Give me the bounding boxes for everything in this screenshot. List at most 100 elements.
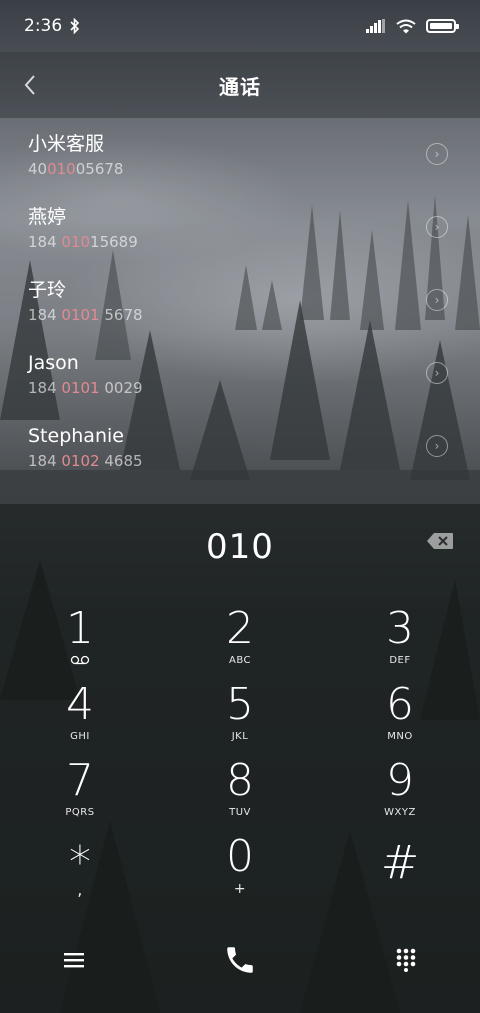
number-match-highlight: 0102 [61, 452, 100, 470]
key-4[interactable]: 4 GHI [0, 679, 160, 755]
contact-number: 184 0102 4685 [28, 450, 480, 472]
key-2[interactable]: 2 ABC [160, 603, 320, 679]
key-8[interactable]: 8 TUV [160, 755, 320, 831]
key-digit: 0 [226, 831, 254, 882]
chevron-right-icon: › [434, 439, 440, 453]
contact-detail-button[interactable]: › [426, 362, 448, 384]
menu-icon [64, 953, 84, 968]
voicemail-icon [70, 655, 90, 665]
contact-number: 4001005678 [28, 158, 480, 180]
key-9[interactable]: 9 WXYZ [320, 755, 480, 831]
bottom-action-bar [0, 930, 480, 990]
contact-name: 燕婷 [28, 206, 67, 228]
key-digit: 1 [66, 603, 94, 654]
key-digit: 2 [226, 603, 254, 654]
contact-number: 184 0101 5678 [28, 304, 480, 326]
dialpad-icon [396, 948, 416, 972]
key-1[interactable]: 1 [0, 603, 160, 679]
number-match-highlight: 0101 [61, 306, 100, 324]
key-digit: 7 [66, 755, 94, 806]
signal-icon [366, 19, 385, 33]
number-suffix: 05678 [75, 160, 124, 178]
key-letters: GHI [70, 731, 90, 742]
chevron-right-icon: › [434, 147, 440, 161]
chevron-right-icon: › [434, 366, 440, 380]
contact-number: 184 0101 0029 [28, 377, 480, 399]
contact-result-item[interactable]: Jason 184 0101 0029 › [0, 337, 480, 410]
contact-name: 小米客服 [28, 133, 105, 155]
dial-keypad: 1 2 ABC 3 DEF 4 GHI 5 JKL 6 MNO 7 PQRS 8… [0, 603, 480, 907]
key-letters: JKL [231, 731, 249, 742]
chevron-right-icon: › [434, 293, 440, 307]
key-digit: 6 [386, 679, 414, 730]
status-left: 2:36 [24, 16, 80, 36]
menu-button[interactable] [44, 930, 104, 990]
contact-result-item[interactable]: 燕婷 184 01015689 › [0, 191, 480, 264]
contact-search-results: 小米客服 4001005678 › 燕婷 184 01015689 › 子玲 1… [0, 118, 480, 504]
number-match-highlight: 0101 [61, 379, 100, 397]
number-prefix: 184 [28, 452, 62, 470]
bluetooth-icon [70, 18, 80, 34]
key-3[interactable]: 3 DEF [320, 603, 480, 679]
status-time: 2:36 [24, 16, 63, 36]
key-digit: 3 [386, 603, 414, 654]
wifi-icon [396, 19, 416, 33]
key-digit: 5 [226, 679, 254, 730]
key-letters: WXYZ [384, 807, 416, 818]
chevron-left-icon [24, 75, 35, 95]
key-star[interactable]: * , [0, 831, 160, 907]
number-suffix: 15689 [90, 233, 138, 251]
key-hash[interactable]: # [320, 831, 480, 907]
page-title: 通话 [219, 74, 261, 99]
contact-detail-button[interactable]: › [426, 216, 448, 238]
number-suffix: 4685 [99, 452, 143, 470]
chevron-right-icon: › [434, 220, 440, 234]
key-digit: 9 [386, 755, 414, 806]
number-match-highlight: 010 [47, 160, 76, 178]
dial-display: 010 [0, 514, 480, 580]
number-suffix: 0029 [99, 379, 143, 397]
number-match-highlight: 010 [61, 233, 91, 251]
contact-result-item[interactable]: Stephanie 184 0102 4685 › [0, 410, 480, 483]
key-7[interactable]: 7 PQRS [0, 755, 160, 831]
key-letters: MNO [387, 731, 413, 742]
key-letters: + [233, 881, 247, 897]
backspace-icon [427, 533, 453, 549]
contact-detail-button[interactable]: › [426, 435, 448, 457]
contact-name: Stephanie [28, 425, 124, 447]
key-letters: DEF [389, 655, 411, 666]
key-digit: # [380, 835, 420, 889]
key-letters: TUV [229, 807, 251, 818]
number-prefix: 184 [28, 306, 62, 324]
number-prefix: 184 [28, 379, 62, 397]
back-button[interactable] [0, 52, 60, 118]
dialed-number[interactable]: 010 [206, 527, 274, 567]
battery-icon [426, 19, 459, 33]
number-prefix: 184 [28, 233, 62, 251]
key-0[interactable]: 0 + [160, 831, 320, 907]
key-letters: , [77, 880, 83, 899]
top-bar: 通话 [0, 52, 480, 118]
status-right [366, 19, 459, 34]
contact-detail-button[interactable]: › [426, 289, 448, 311]
contact-name: 子玲 [28, 279, 67, 301]
number-suffix: 5678 [99, 306, 143, 324]
contact-result-item[interactable]: 小米客服 4001005678 › [0, 118, 480, 191]
key-digit: 8 [226, 755, 254, 806]
number-prefix: 40 [28, 160, 48, 178]
key-5[interactable]: 5 JKL [160, 679, 320, 755]
key-6[interactable]: 6 MNO [320, 679, 480, 755]
dialpad-toggle-button[interactable] [376, 930, 436, 990]
key-letters: PQRS [65, 807, 95, 818]
phone-icon [227, 947, 253, 973]
backspace-button[interactable] [426, 532, 454, 554]
contact-result-item[interactable]: 子玲 184 0101 5678 › [0, 264, 480, 337]
contact-name: Jason [28, 352, 79, 374]
key-digit: * [69, 837, 91, 888]
key-letters: ABC [228, 655, 251, 666]
call-button[interactable] [210, 930, 270, 990]
contact-number: 184 01015689 [28, 231, 480, 253]
key-digit: 4 [66, 679, 94, 730]
contact-detail-button[interactable]: › [426, 143, 448, 165]
status-bar: 2:36 [0, 0, 480, 52]
